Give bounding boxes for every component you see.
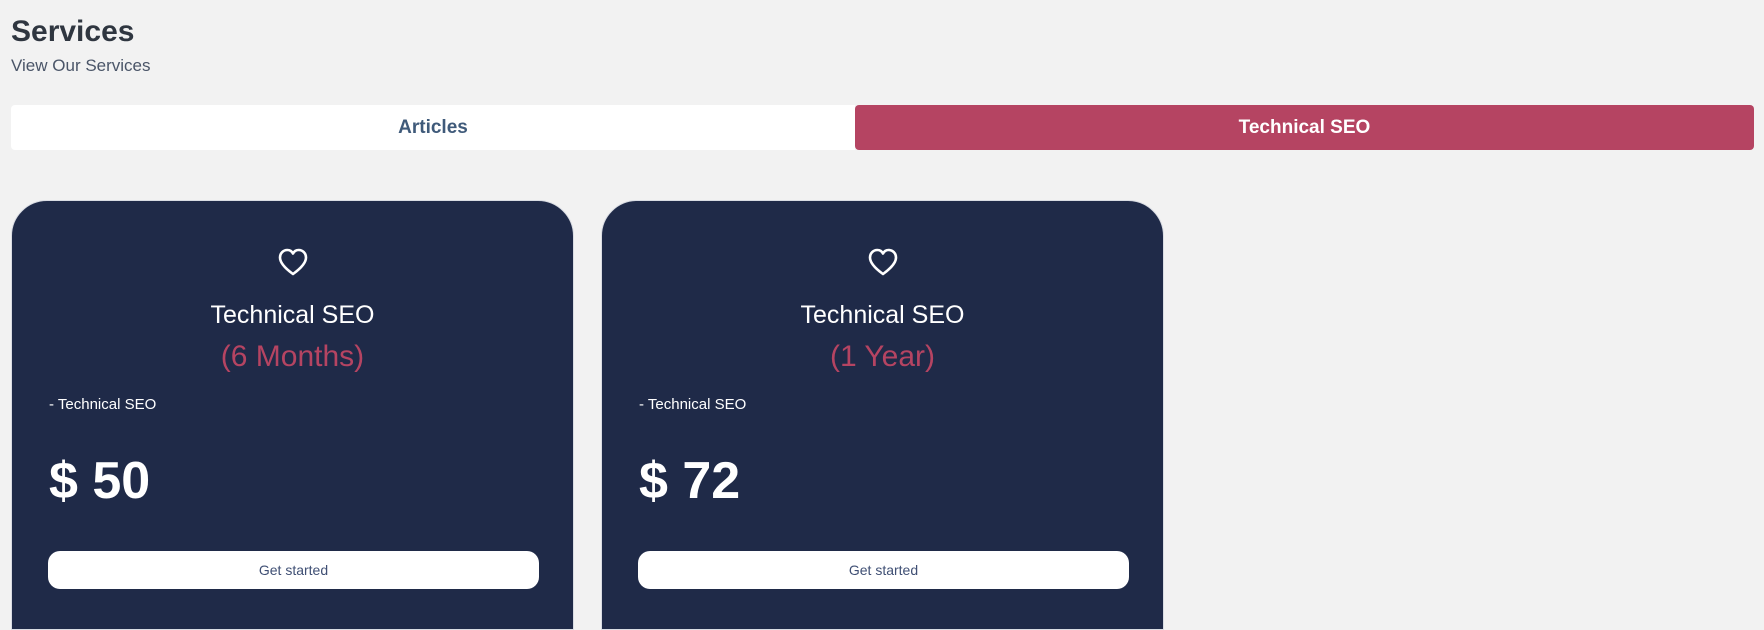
card-title: Technical SEO [800, 301, 965, 329]
heart-icon[interactable] [277, 247, 309, 277]
heart-icon[interactable] [867, 247, 899, 277]
tab-articles[interactable]: Articles [11, 105, 855, 150]
card-title: Technical SEO [210, 301, 375, 329]
card-price: $ 72 [639, 452, 741, 510]
get-started-button[interactable]: Get started [48, 551, 539, 589]
card-duration: (6 Months) [220, 340, 365, 373]
pricing-card: Technical SEO (1 Year) - Technical SEO $… [601, 200, 1164, 630]
service-cards: Technical SEO (6 Months) - Technical SEO… [11, 200, 1164, 630]
page-subtitle: View Our Services [11, 56, 151, 75]
tab-technical-seo[interactable]: Technical SEO [855, 105, 1754, 150]
card-duration: (1 Year) [829, 340, 936, 373]
get-started-button[interactable]: Get started [638, 551, 1129, 589]
service-tabs: Articles Technical SEO [11, 105, 1754, 150]
card-feature: - Technical SEO [49, 396, 157, 413]
card-feature: - Technical SEO [639, 396, 747, 413]
pricing-card: Technical SEO (6 Months) - Technical SEO… [11, 200, 574, 630]
page-title: Services [11, 15, 135, 48]
card-price: $ 50 [49, 452, 151, 510]
page-header: Services View Our Services [11, 12, 151, 77]
